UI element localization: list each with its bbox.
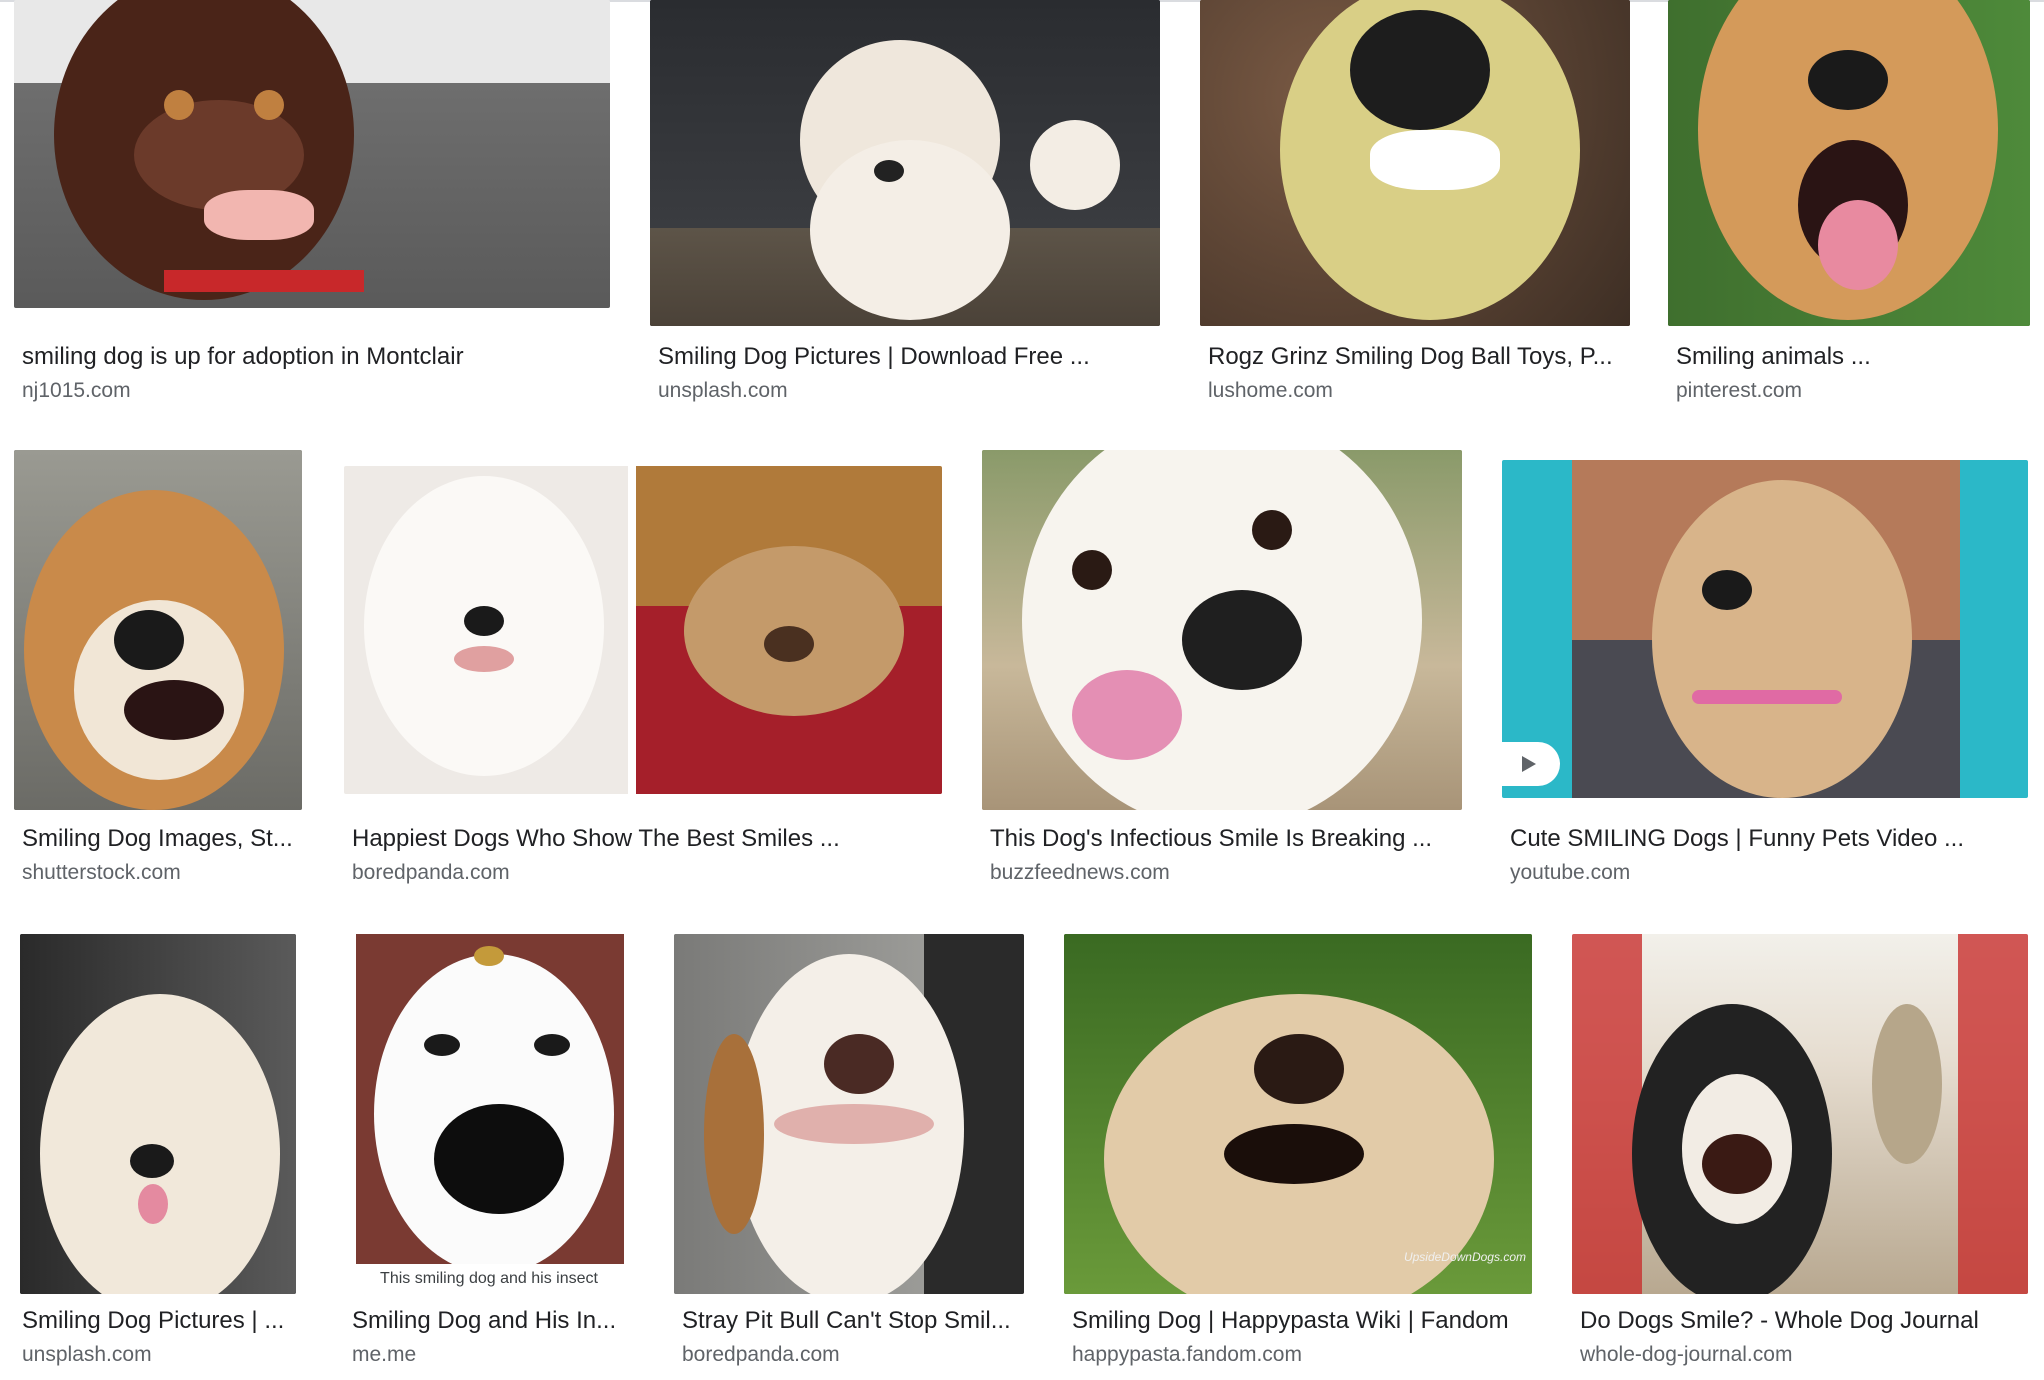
result-source[interactable]: lushome.com — [1208, 378, 1626, 404]
result-title[interactable]: Smiling Dog Pictures | ... — [22, 1306, 294, 1336]
result-card[interactable]: Smiling Dog Pictures | Download Free ...… — [650, 0, 1160, 420]
upside-down-dog-image[interactable]: UpsideDownDogs.com — [1064, 934, 1532, 1294]
result-title[interactable]: Do Dogs Smile? - Whole Dog Journal — [1580, 1306, 2026, 1336]
golden-retriever-image[interactable] — [20, 934, 296, 1294]
shepherd-dog-image[interactable] — [14, 450, 302, 810]
result-source[interactable]: me.me — [352, 1342, 630, 1368]
result-title[interactable]: Smiling Dog Pictures | Download Free ... — [658, 342, 1156, 372]
result-title[interactable]: Stray Pit Bull Can't Stop Smil... — [682, 1306, 1022, 1336]
play-icon — [1522, 756, 1536, 772]
result-card[interactable]: This smiling dog and his insect Smiling … — [344, 934, 634, 1374]
result-source[interactable]: nj1015.com — [22, 378, 606, 404]
result-card[interactable]: This Dog's Infectious Smile Is Breaking … — [982, 450, 1462, 890]
result-title[interactable]: Smiling animals ... — [1676, 342, 2026, 372]
result-title[interactable]: Rogz Grinz Smiling Dog Ball Toys, P... — [1208, 342, 1626, 372]
result-title[interactable]: Smiling Dog Images, St... — [22, 824, 298, 854]
result-card[interactable]: Do Dogs Smile? - Whole Dog Journal whole… — [1572, 934, 2030, 1374]
white-fluffy-dog-image[interactable] — [650, 0, 1160, 326]
result-title[interactable]: Cute SMILING Dogs | Funny Pets Video ... — [1510, 824, 2026, 854]
result-source[interactable]: buzzfeednews.com — [990, 860, 1458, 886]
result-source[interactable]: whole-dog-journal.com — [1580, 1342, 2026, 1368]
result-card[interactable]: UpsideDownDogs.com Smiling Dog | Happypa… — [1064, 934, 1534, 1374]
dog-with-insect-image[interactable]: This smiling dog and his insect — [344, 934, 634, 1294]
image-caption: This smiling dog and his insect — [344, 1264, 634, 1294]
result-card[interactable]: Happiest Dogs Who Show The Best Smiles .… — [344, 450, 944, 890]
result-title[interactable]: smiling dog is up for adoption in Montcl… — [22, 342, 606, 372]
result-title[interactable]: This Dog's Infectious Smile Is Breaking … — [990, 824, 1458, 854]
samoyed-and-shar-pei-image[interactable] — [344, 466, 942, 794]
result-title[interactable]: Smiling Dog | Happypasta Wiki | Fandom — [1072, 1306, 1530, 1336]
result-card[interactable]: smiling dog is up for adoption in Montcl… — [14, 0, 610, 420]
result-source[interactable]: unsplash.com — [658, 378, 1156, 404]
result-source[interactable]: unsplash.com — [22, 1342, 294, 1368]
white-dog-flower-image[interactable] — [982, 450, 1462, 810]
result-card[interactable]: Rogz Grinz Smiling Dog Ball Toys, P... l… — [1200, 0, 1630, 420]
brown-dog-image[interactable] — [14, 0, 610, 308]
result-source[interactable]: boredpanda.com — [682, 1342, 1022, 1368]
result-card[interactable]: Smiling Dog Pictures | ... unsplash.com — [14, 934, 298, 1374]
result-source[interactable]: pinterest.com — [1676, 378, 2026, 404]
shiba-dog-image[interactable] — [1668, 0, 2030, 326]
result-title[interactable]: Happiest Dogs Who Show The Best Smiles .… — [352, 824, 940, 854]
result-card[interactable]: Stray Pit Bull Can't Stop Smil... boredp… — [674, 934, 1026, 1374]
result-title[interactable]: Smiling Dog and His In... — [352, 1306, 630, 1336]
result-card[interactable]: Smiling animals ... pinterest.com — [1668, 0, 2030, 420]
result-card[interactable]: Smiling Dog Images, St... shutterstock.c… — [14, 450, 302, 890]
dog-with-teeth-toy-image[interactable] — [1200, 0, 1630, 326]
image-watermark: UpsideDownDogs.com — [1403, 1250, 1526, 1264]
video-dog-image[interactable] — [1502, 460, 2028, 798]
dog-on-bridge-image[interactable] — [1572, 934, 2028, 1294]
pit-bull-image[interactable] — [674, 934, 1024, 1294]
result-source[interactable]: shutterstock.com — [22, 860, 298, 886]
video-play-button[interactable] — [1502, 742, 1560, 786]
result-card[interactable]: Cute SMILING Dogs | Funny Pets Video ...… — [1502, 450, 2030, 890]
result-source[interactable]: boredpanda.com — [352, 860, 940, 886]
result-source[interactable]: happypasta.fandom.com — [1072, 1342, 1530, 1368]
result-source[interactable]: youtube.com — [1510, 860, 2026, 886]
